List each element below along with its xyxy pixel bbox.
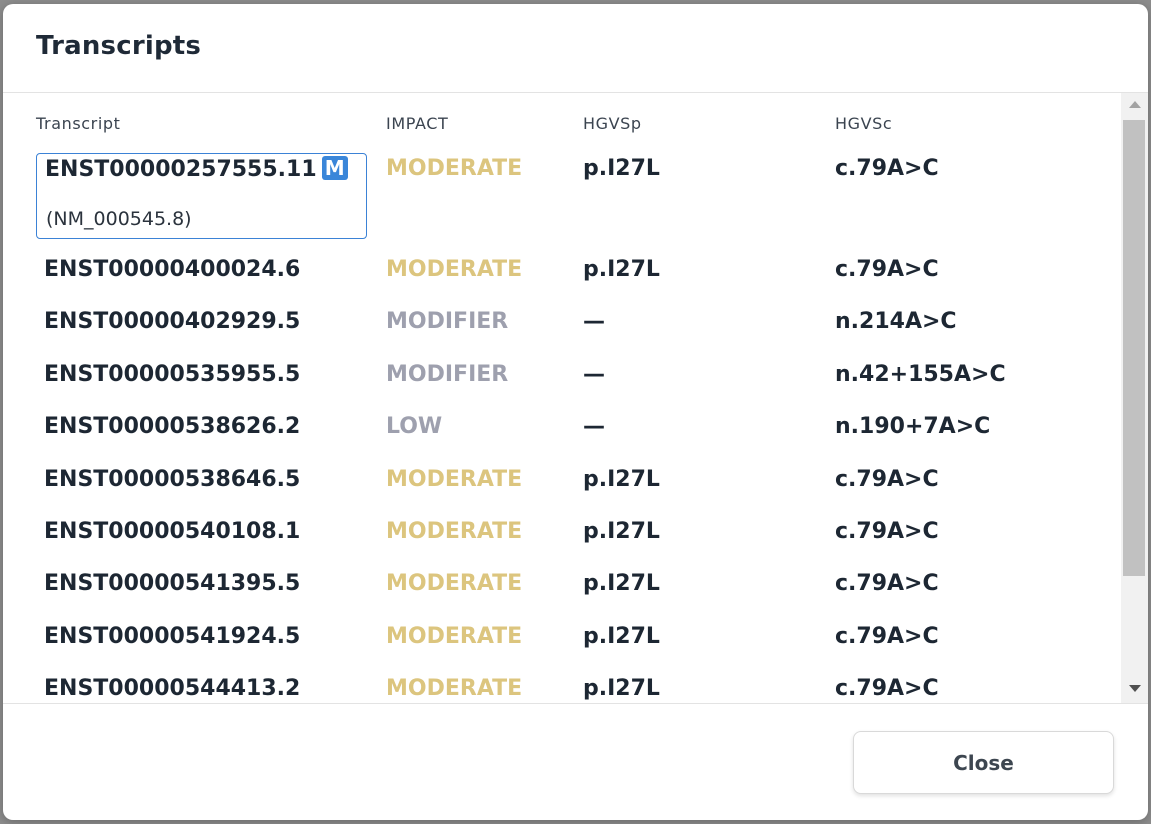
hgvsc-cell: n.214A>C <box>835 309 957 335</box>
impact-cell: LOW <box>386 414 443 440</box>
impact-cell: MODERATE <box>386 676 523 702</box>
transcript-cell[interactable]: ENST00000538626.2 <box>44 414 300 439</box>
hgvsc-cell: c.79A>C <box>835 571 939 597</box>
column-header-hgvsp: HGVSp <box>583 114 642 133</box>
hgvsp-cell: p.I27L <box>583 466 660 492</box>
impact-cell: MODERATE <box>386 623 523 649</box>
transcripts-dialog: Transcripts Transcript IMPACT HGVSp HGVS… <box>3 4 1148 820</box>
column-header-transcript: Transcript <box>36 114 121 133</box>
dialog-header: Transcripts <box>3 4 1148 93</box>
transcript-cell[interactable]: ENST00000257555.11 M <box>45 156 348 182</box>
table-row[interactable]: ENST00000400024.6 MODERATE p.I27L c.79A>C <box>3 257 1121 309</box>
transcript-cell[interactable]: ENST00000538646.5 <box>44 467 300 492</box>
column-header-hgvsc: HGVSc <box>835 114 893 133</box>
impact-cell: MODERATE <box>386 156 523 181</box>
vertical-scrollbar[interactable] <box>1121 93 1148 703</box>
transcript-cell[interactable]: ENST00000402929.5 <box>44 309 300 334</box>
table-row[interactable]: ENST00000402929.5 MODIFIER — n.214A>C <box>3 309 1121 361</box>
transcript-cell[interactable]: ENST00000400024.6 <box>44 257 300 282</box>
impact-cell: MODERATE <box>386 571 523 597</box>
hgvsc-cell: c.79A>C <box>835 676 939 702</box>
transcript-cell[interactable]: ENST00000541395.5 <box>44 571 300 596</box>
hgvsc-cell: c.79A>C <box>835 519 939 544</box>
hgvsp-cell: p.I27L <box>583 623 660 649</box>
transcript-cell[interactable]: ENST00000540108.1 <box>44 519 300 544</box>
impact-cell: MODIFIER <box>386 309 509 335</box>
table-row[interactable]: ENST00000535955.5 MODIFIER — n.42+155A>C <box>3 362 1121 414</box>
dialog-footer: Close <box>3 703 1148 820</box>
hgvsp-cell: p.I27L <box>583 519 660 544</box>
triangle-up-icon[interactable] <box>1129 101 1141 108</box>
transcript-cell[interactable]: ENST00000541924.5 <box>44 624 300 649</box>
hgvsp-cell: p.I27L <box>583 156 660 181</box>
hgvsc-cell: n.190+7A>C <box>835 414 991 440</box>
hgvsp-cell: p.I27L <box>583 257 660 282</box>
impact-cell: MODIFIER <box>386 361 509 387</box>
table-row[interactable]: ENST00000541924.5 MODERATE p.I27L c.79A>C <box>3 624 1121 676</box>
scrollbar-thumb[interactable] <box>1123 120 1145 576</box>
close-button[interactable]: Close <box>853 731 1114 794</box>
table-row[interactable]: ENST00000540108.1 MODERATE p.I27L c.79A>C <box>3 519 1121 571</box>
mane-badge: M <box>321 156 348 180</box>
hgvsc-cell: c.79A>C <box>835 623 939 649</box>
hgvsp-cell: p.I27L <box>583 676 660 702</box>
hgvsp-cell: p.I27L <box>583 571 660 597</box>
table-row[interactable]: ENST00000544413.2 MODERATE p.I27L c.79A>C <box>3 676 1121 703</box>
hgvsp-cell: — <box>583 309 605 335</box>
hgvsc-cell: c.79A>C <box>835 257 939 282</box>
table-row-selected[interactable]: ENST00000257555.11 M (NM_000545.8) MODERA… <box>3 153 1121 243</box>
table-header: Transcript IMPACT HGVSp HGVSc <box>3 93 1121 143</box>
table-row[interactable]: ENST00000538626.2 LOW — n.190+7A>C <box>3 414 1121 466</box>
hgvsc-cell: c.79A>C <box>835 466 939 492</box>
hgvsp-cell: — <box>583 414 605 440</box>
impact-cell: MODERATE <box>386 257 523 282</box>
hgvsc-cell: c.79A>C <box>835 156 939 181</box>
dialog-body[interactable]: Transcript IMPACT HGVSp HGVSc ENST000002… <box>3 93 1148 703</box>
refseq-id: (NM_000545.8) <box>46 208 192 230</box>
hgvsc-cell: n.42+155A>C <box>835 361 1006 387</box>
impact-cell: MODERATE <box>386 519 523 544</box>
table-row[interactable]: ENST00000541395.5 MODERATE p.I27L c.79A>C <box>3 571 1121 623</box>
transcript-cell[interactable]: ENST00000535955.5 <box>44 362 300 387</box>
hgvsp-cell: — <box>583 361 605 387</box>
column-header-impact: IMPACT <box>386 114 449 133</box>
triangle-down-icon[interactable] <box>1129 685 1141 692</box>
table-row[interactable]: ENST00000538646.5 MODERATE p.I27L c.79A>C <box>3 467 1121 519</box>
transcript-cell[interactable]: ENST00000544413.2 <box>44 676 300 701</box>
transcript-id: ENST00000257555.11 <box>45 157 317 182</box>
dialog-title: Transcripts <box>36 31 202 61</box>
impact-cell: MODERATE <box>386 466 523 492</box>
